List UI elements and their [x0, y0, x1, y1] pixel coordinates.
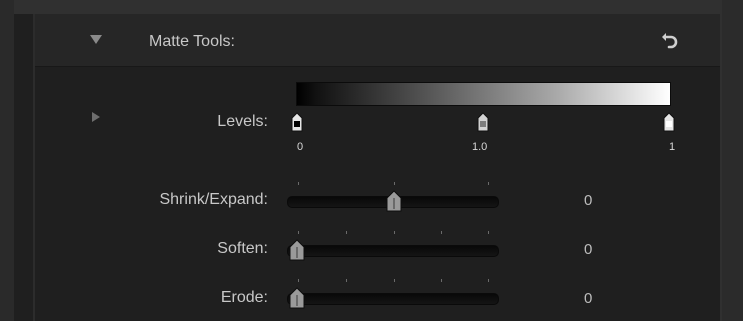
levels-gamma-handle[interactable]	[477, 112, 489, 132]
erode-knob[interactable]	[289, 287, 305, 309]
erode-track[interactable]	[287, 293, 499, 305]
soften-track[interactable]	[287, 245, 499, 257]
slider-tick	[488, 279, 489, 282]
levels-black-value: 0	[297, 141, 304, 153]
slider-tick	[394, 279, 395, 282]
levels-gamma-value: 1.0	[472, 141, 488, 153]
slider-tick	[298, 231, 299, 234]
erode-label: Erode:	[220, 289, 268, 306]
shrink-expand-knob[interactable]	[386, 190, 402, 212]
slider-tick	[441, 279, 442, 282]
slider-tick	[394, 182, 395, 185]
slider-tick	[298, 279, 299, 282]
levels-white-point-handle[interactable]	[663, 112, 675, 132]
levels-gradient-bar	[296, 82, 671, 106]
erode-value[interactable]: 0	[584, 290, 592, 307]
slider-tick	[488, 231, 489, 234]
panel-header	[35, 14, 720, 67]
reset-arrow-icon[interactable]	[660, 30, 680, 50]
top-bar	[14, 0, 722, 14]
panel-title: Matte Tools:	[149, 33, 235, 50]
shrink-expand-value[interactable]: 0	[584, 192, 592, 209]
panel-right-edge	[720, 14, 722, 321]
right-gutter	[722, 0, 743, 321]
levels-label: Levels:	[217, 113, 268, 130]
slider-tick	[441, 231, 442, 234]
collapse-triangle-icon[interactable]	[90, 35, 102, 44]
levels-white-value: 1	[669, 141, 676, 153]
slider-tick	[394, 231, 395, 234]
left-gutter	[0, 0, 14, 321]
soften-knob[interactable]	[289, 239, 305, 261]
levels-black-point-handle[interactable]	[291, 112, 303, 132]
matte-tools-panel: Matte Tools: Levels: 0 1.0 1 Shrink/Expa…	[0, 0, 743, 321]
shrink-expand-label: Shrink/Expand:	[159, 191, 268, 208]
slider-tick	[346, 279, 347, 282]
slider-tick	[488, 182, 489, 185]
slider-tick	[298, 182, 299, 185]
soften-label: Soften:	[217, 240, 268, 257]
slider-tick	[346, 231, 347, 234]
soften-value[interactable]: 0	[584, 241, 592, 258]
